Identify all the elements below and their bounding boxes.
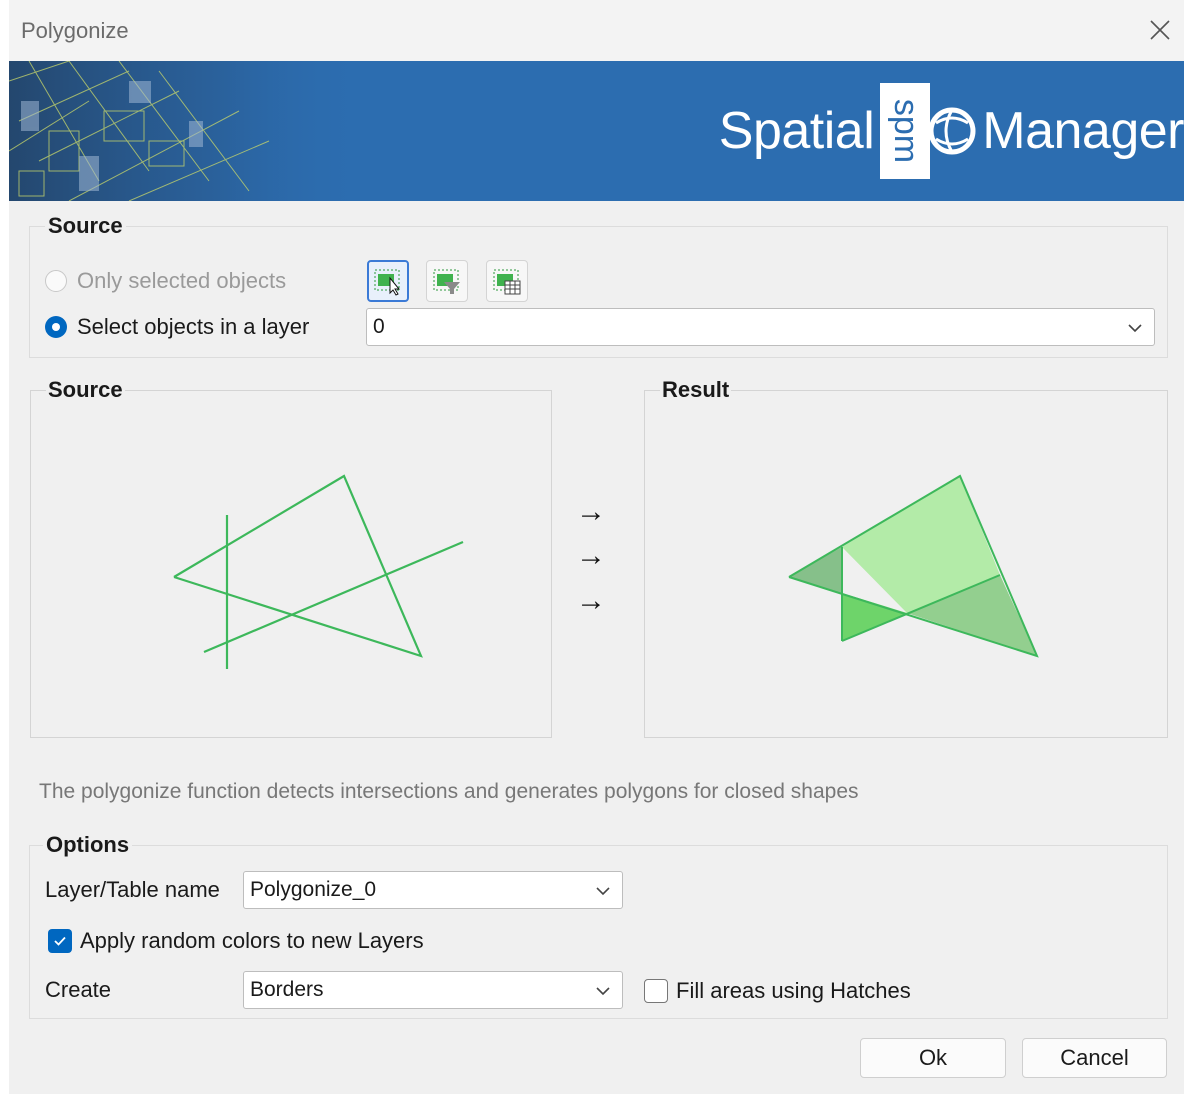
only-selected-label: Only selected objects bbox=[77, 268, 287, 293]
window-title: Polygonize bbox=[21, 18, 129, 43]
select-objects-button[interactable] bbox=[367, 260, 409, 302]
brand-spatial: Spatial bbox=[718, 102, 875, 160]
cancel-button[interactable]: Cancel bbox=[1022, 1038, 1167, 1078]
source-group-label: Source bbox=[45, 213, 126, 239]
header-banner: Spatial spm Manager bbox=[9, 61, 1184, 201]
create-label: Create bbox=[45, 977, 112, 1002]
only-selected-radio[interactable]: Only selected objects bbox=[45, 268, 286, 294]
random-colors-label: Apply random colors to new Layers bbox=[80, 928, 424, 953]
source-preview-panel bbox=[30, 390, 552, 738]
result-polygons-drawing bbox=[788, 474, 1039, 658]
checkbox-indicator bbox=[48, 929, 72, 953]
select-in-layer-label: Select objects in a layer bbox=[77, 314, 310, 339]
title-bar: Polygonize bbox=[9, 0, 1184, 61]
filter-select-icon bbox=[433, 269, 460, 294]
select-in-layer-radio[interactable]: Select objects in a layer bbox=[45, 314, 309, 340]
ok-button[interactable]: Ok bbox=[860, 1038, 1006, 1078]
description-text: The polygonize function detects intersec… bbox=[39, 780, 859, 803]
fill-hatches-label: Fill areas using Hatches bbox=[676, 978, 911, 1003]
arrow-icon: → bbox=[576, 539, 606, 572]
table-select-button[interactable] bbox=[486, 260, 528, 302]
layer-select[interactable]: 0 bbox=[366, 308, 1155, 346]
random-colors-checkbox[interactable]: Apply random colors to new Layers bbox=[48, 928, 424, 954]
table-select-icon bbox=[493, 269, 521, 295]
layer-name-value: Polygonize_0 bbox=[250, 878, 377, 901]
radio-indicator bbox=[45, 270, 67, 292]
arrow-icon: → bbox=[576, 584, 606, 617]
logo-text: spm bbox=[887, 99, 925, 163]
checkmark-icon bbox=[54, 936, 66, 946]
filter-select-button[interactable] bbox=[426, 260, 468, 302]
options-group-label: Options bbox=[43, 832, 133, 858]
radio-indicator bbox=[45, 316, 67, 338]
layer-name-combo[interactable]: Polygonize_0 bbox=[243, 871, 623, 909]
arrow-icon: → bbox=[576, 495, 606, 528]
checkbox-indicator bbox=[644, 979, 668, 1003]
close-button[interactable] bbox=[1142, 12, 1178, 48]
brand-logo: Spatial spm Manager bbox=[719, 76, 1184, 186]
result-preview-label: Result bbox=[660, 377, 732, 403]
polygonize-dialog: Polygonize Spatial spm Manager Source On… bbox=[9, 0, 1184, 1094]
spm-logo-icon: spm bbox=[880, 83, 976, 179]
create-select-value: Borders bbox=[250, 978, 324, 1001]
source-lines-drawing bbox=[173, 474, 464, 669]
fill-hatches-checkbox[interactable]: Fill areas using Hatches bbox=[644, 978, 911, 1004]
chevron-down-icon bbox=[596, 987, 610, 996]
chevron-down-icon bbox=[596, 887, 610, 896]
create-select[interactable]: Borders bbox=[243, 971, 623, 1009]
close-icon bbox=[1150, 20, 1170, 40]
layer-name-label: Layer/Table name bbox=[45, 877, 220, 902]
layer-select-value: 0 bbox=[373, 315, 385, 338]
select-objects-icon bbox=[374, 269, 401, 296]
source-preview-label: Source bbox=[46, 377, 125, 403]
result-preview-panel bbox=[644, 390, 1168, 738]
city-map-image bbox=[9, 61, 369, 201]
chevron-down-icon bbox=[1128, 324, 1142, 333]
brand-manager: Manager bbox=[982, 102, 1184, 160]
